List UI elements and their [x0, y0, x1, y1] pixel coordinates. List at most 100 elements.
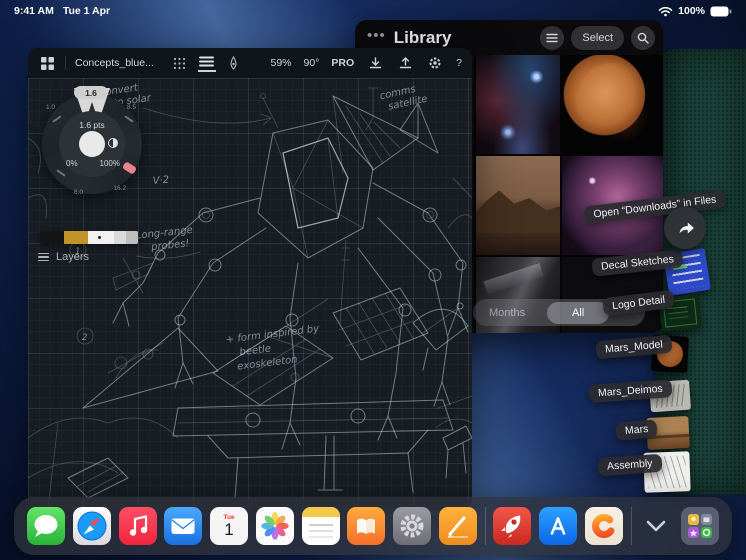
forward-arrow-icon [679, 222, 694, 234]
swatch-white-selected[interactable] [88, 231, 114, 244]
wifi-icon [658, 6, 673, 16]
dock: Tue 1 [14, 497, 732, 555]
dock-icon-mail[interactable] [164, 507, 203, 545]
status-bar: 9:41 AM Tue 1 Apr 100% [0, 0, 746, 22]
stroke-size-label: 1.6 pts [79, 120, 105, 130]
calendar-day: 1 [224, 519, 234, 539]
library-title: Library [393, 27, 452, 47]
layers-label: Layers [56, 251, 90, 263]
concepts-toolbar: Concepts_blue... 59% 90° PRO ? [28, 48, 472, 78]
dock-icon-music[interactable] [118, 507, 157, 545]
size-label-1: 1.0 [46, 104, 56, 111]
share-drop-button[interactable] [664, 207, 706, 249]
swatch-light-gray[interactable] [114, 231, 126, 244]
segment-months[interactable]: Months [473, 307, 541, 319]
concepts-app-window: 1 2 convert to solar V·2 comms satellite… [28, 48, 472, 510]
status-date: Tue 1 Apr [62, 5, 111, 17]
dock-icon-messages[interactable] [27, 507, 65, 545]
opacity-min: 0% [66, 159, 78, 168]
pen-icon [447, 516, 468, 538]
mail-envelope-icon [171, 518, 195, 534]
music-note-icon [129, 515, 147, 536]
dock-icon-safari[interactable] [72, 507, 111, 545]
stacked-lines-icon [199, 56, 215, 66]
toolbar-separator [65, 56, 66, 70]
safari-icon [77, 511, 107, 541]
blend-mode-icon[interactable] [108, 138, 118, 148]
dot-grid-icon [174, 57, 186, 69]
dock-collapse-button[interactable] [639, 507, 673, 545]
messages-icon [34, 515, 58, 537]
zoom-level[interactable]: 59% [270, 57, 291, 69]
layers-icon [38, 252, 49, 262]
dock-icon-books[interactable] [347, 507, 386, 545]
photos-flower-icon [261, 512, 289, 540]
import-button[interactable] [366, 54, 384, 72]
select-button[interactable]: Select [571, 25, 624, 50]
tool-wheel[interactable]: 1.6 1.0 8.5 6.0 16.2 1.6 pts 0% 100% [40, 86, 144, 196]
gear-icon [429, 57, 441, 69]
dock-divider-2 [630, 507, 632, 545]
swatch-gray[interactable] [126, 231, 138, 244]
rocket-icon [501, 515, 521, 538]
tool-wheel-inner[interactable]: 1.6 pts 0% 100% [59, 111, 125, 177]
books-icon [357, 518, 376, 534]
menu-icon [546, 33, 559, 42]
app-grid-icon [40, 56, 54, 70]
dock-icon-concepts[interactable] [584, 507, 623, 545]
annotation-form-2: beetle [239, 343, 272, 358]
search-icon [637, 32, 649, 44]
settings-button[interactable] [426, 54, 444, 72]
view-options-button[interactable] [540, 25, 565, 50]
settings-gear-icon [400, 514, 424, 538]
swatch-black[interactable] [40, 231, 64, 244]
photo-horsehead-nebula[interactable] [476, 55, 560, 154]
pen-nib-icon [230, 56, 237, 70]
concepts-c-icon [591, 514, 616, 538]
search-button[interactable] [631, 25, 655, 50]
swatch-gold[interactable] [64, 231, 88, 244]
pro-badge[interactable]: PRO [331, 57, 354, 69]
rotation-value[interactable]: 90° [304, 57, 320, 69]
layers-panel-button[interactable] [197, 54, 216, 72]
ipad-screen: 9:41 AM Tue 1 Apr 100% ••• Library Selec… [0, 0, 746, 560]
photo-mars-planet[interactable] [562, 55, 663, 154]
chevron-down-icon [646, 520, 666, 532]
precision-grid-button[interactable] [171, 54, 189, 72]
annotation-version: V·2 [152, 175, 169, 187]
dock-icon-photos[interactable] [255, 507, 294, 545]
side-view-robot-sketch [82, 239, 469, 499]
import-icon [369, 56, 381, 68]
color-well[interactable] [79, 131, 105, 157]
dock-icon-settings[interactable] [393, 507, 431, 545]
more-options-button[interactable]: ••• [367, 27, 386, 44]
annotation-probes-2: probes! [150, 238, 190, 253]
handwritten-annotations: convert to solar V·2 comms satellite Lon… [99, 82, 428, 372]
dock-icon-notes[interactable] [301, 507, 340, 545]
segment-all[interactable]: All [547, 301, 610, 324]
annotation-form-1: + form inspired by [225, 323, 320, 345]
battery-percent: 100% [678, 5, 705, 17]
export-button[interactable] [396, 54, 414, 72]
dock-divider-1 [484, 507, 486, 545]
selected-dot [98, 236, 101, 239]
layers-toggle[interactable]: Layers [38, 251, 89, 263]
dock-icon-rocket[interactable] [493, 507, 532, 545]
dock-icon-app-library[interactable] [681, 507, 719, 545]
dock-icon-calendar[interactable]: Tue 1 [210, 507, 248, 545]
battery-icon [710, 6, 732, 16]
document-title[interactable]: Concepts_blue... [75, 57, 154, 69]
drag-label-mars[interactable]: Mars [615, 419, 659, 441]
share-export-icon [399, 56, 411, 68]
pen-tool-button[interactable] [225, 54, 243, 72]
help-button[interactable]: ? [456, 57, 462, 69]
gallery-button[interactable] [38, 54, 56, 72]
photo-mars-landscape[interactable] [476, 156, 560, 255]
size-label-4: 16.2 [113, 185, 126, 192]
size-label-3: 6.0 [74, 189, 84, 196]
dock-icon-app-store[interactable] [539, 507, 577, 545]
dock-icon-pages[interactable] [438, 507, 477, 545]
active-size-badge: 1.6 [74, 86, 108, 99]
color-swatch-bar [40, 231, 138, 244]
doodle-number-2: 2 [82, 333, 87, 343]
